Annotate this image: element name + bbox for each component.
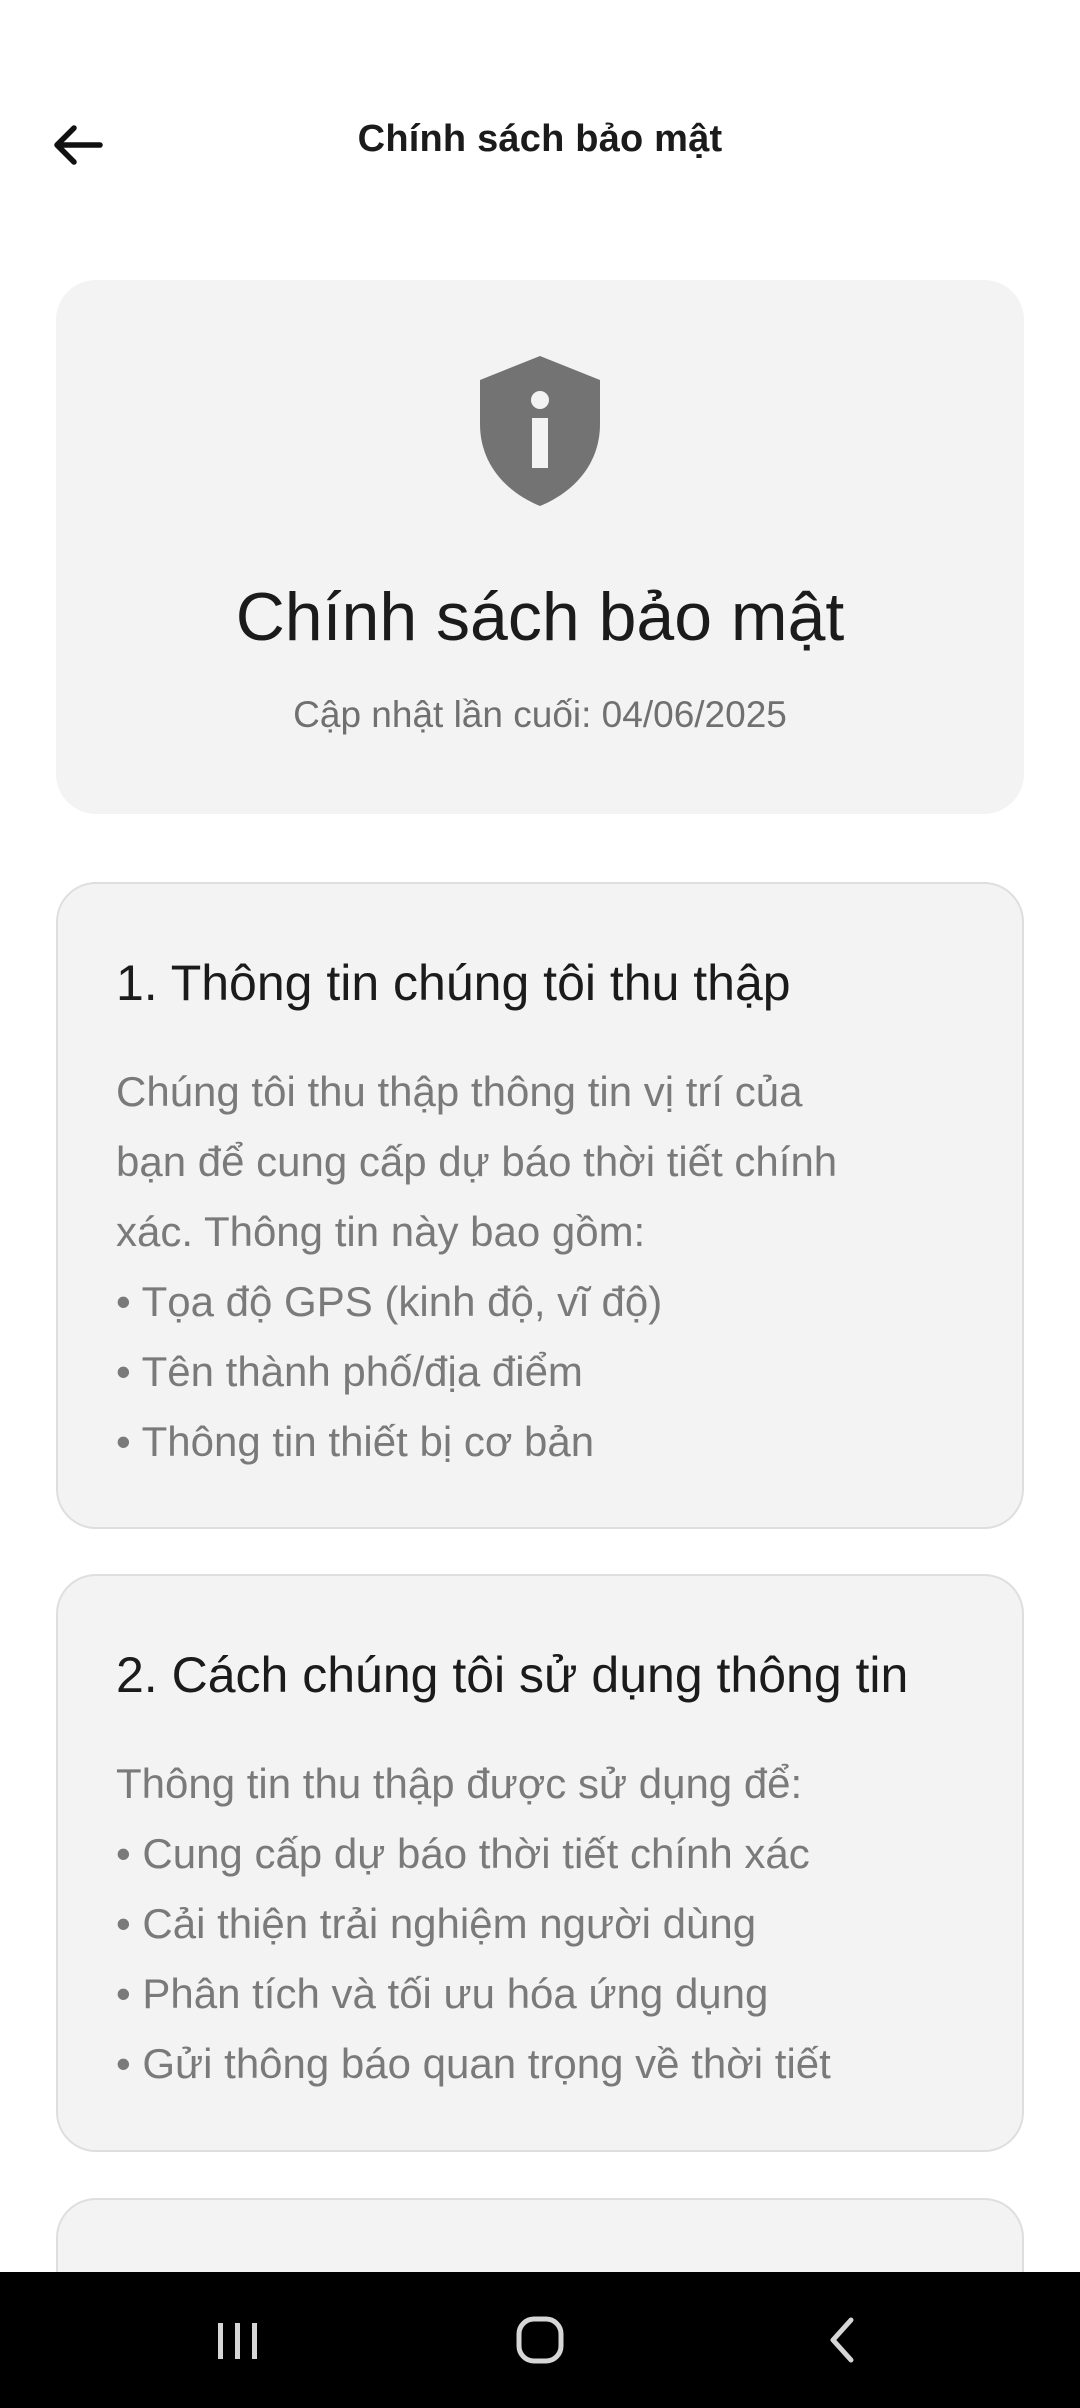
last-updated-text: Cập nhật lần cuối: 04/06/2025 bbox=[293, 694, 787, 735]
section-text-line: Thông tin thu thập được sử dụng để: bbox=[116, 1760, 803, 1807]
section-text-line: xác. Thông tin này bao gồm: bbox=[116, 1208, 646, 1255]
section-text-line: Chúng tôi thu thập thông tin vị trí của bbox=[116, 1068, 803, 1115]
section-body: Chúng tôi thu thập thông tin vị trí của … bbox=[116, 1057, 966, 1477]
recents-icon bbox=[218, 2323, 257, 2359]
bullet-item: • Tọa độ GPS (kinh độ, vĩ độ) bbox=[116, 1278, 663, 1325]
section-body: Thông tin thu thập được sử dụng để: • Cu… bbox=[116, 1749, 966, 2099]
bullet-item: • Thông tin thiết bị cơ bản bbox=[116, 1418, 595, 1465]
privacy-policy-screen: Chính sách bảo mật Chính sách bảo mật Cậ… bbox=[0, 0, 1080, 2408]
policy-title: Chính sách bảo mật bbox=[235, 579, 845, 655]
shield-info-icon bbox=[480, 356, 600, 506]
system-back-button[interactable] bbox=[782, 2300, 902, 2380]
bullet-item: • Tên thành phố/địa điểm bbox=[116, 1348, 583, 1395]
section-card-information-collected: 1. Thông tin chúng tôi thu thập Chúng tô… bbox=[56, 882, 1024, 1529]
bullet-item: • Phân tích và tối ưu hóa ứng dụng bbox=[116, 1970, 769, 2017]
recents-button[interactable] bbox=[178, 2300, 298, 2380]
section-text-line: bạn để cung cấp dự báo thời tiết chính bbox=[116, 1138, 838, 1185]
home-icon bbox=[516, 2316, 564, 2364]
section-card-how-we-use-information: 2. Cách chúng tôi sử dụng thông tin Thôn… bbox=[56, 1574, 1024, 2152]
section-title: 2. Cách chúng tôi sử dụng thông tin bbox=[116, 1647, 909, 1703]
top-app-bar: Chính sách bảo mật bbox=[0, 0, 1080, 220]
policy-header-card: Chính sách bảo mật Cập nhật lần cuối: 04… bbox=[56, 280, 1024, 814]
bullet-item: • Gửi thông báo quan trọng về thời tiết bbox=[116, 2040, 831, 2087]
page-title: Chính sách bảo mật bbox=[357, 118, 723, 160]
section-title: 1. Thông tin chúng tôi thu thập bbox=[116, 955, 791, 1011]
system-navigation-bar bbox=[0, 2272, 1080, 2408]
home-button[interactable] bbox=[480, 2300, 600, 2380]
bullet-item: • Cung cấp dự báo thời tiết chính xác bbox=[116, 1830, 810, 1877]
nav-back-icon bbox=[830, 2317, 854, 2363]
bullet-item: • Cải thiện trải nghiệm người dùng bbox=[116, 1900, 757, 1947]
